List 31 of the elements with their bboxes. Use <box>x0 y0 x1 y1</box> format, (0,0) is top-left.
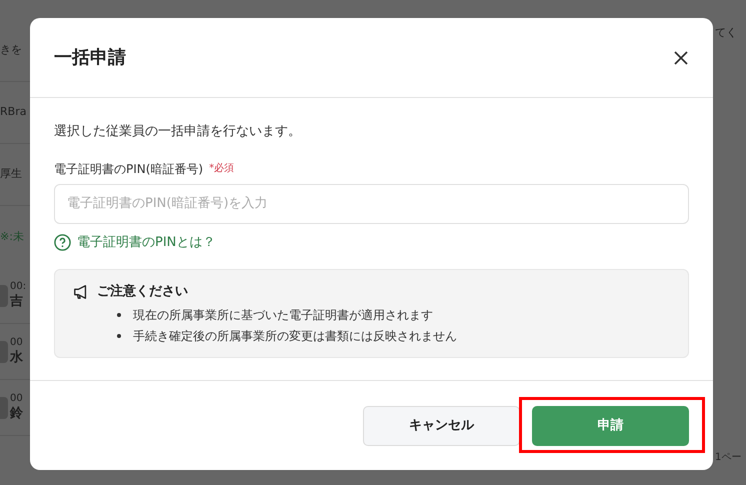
background-text: RBra <box>0 104 26 120</box>
employee-name: 吉 <box>10 294 24 310</box>
pin-label: 電子証明書のPIN(暗証番号) <box>54 160 204 178</box>
background-text: きを <box>0 42 22 58</box>
apply-button[interactable]: 申請 <box>532 406 689 446</box>
pin-input-field[interactable]: 電子証明書のPIN(暗証番号)を入力 <box>54 184 689 224</box>
bullet-icon <box>117 312 121 316</box>
avatar-placeholder <box>0 340 8 362</box>
employee-name: 水 <box>10 350 23 366</box>
background-text: 厚生 <box>0 166 22 182</box>
notice-item: 手続き確定後の所属事業所の変更は書類には反映されません <box>133 328 457 344</box>
megaphone-icon <box>73 284 89 300</box>
dialog-description: 選択した従業員の一括申請を行ないます。 <box>54 123 302 141</box>
dialog-title: 一括申請 <box>54 46 126 70</box>
avatar-placeholder <box>0 396 8 418</box>
required-mark: *必須 <box>209 162 234 176</box>
help-icon <box>54 234 71 251</box>
background-note: ※:未 <box>0 228 24 245</box>
notice-title: ご注意ください <box>97 282 188 301</box>
close-icon[interactable] <box>673 50 689 66</box>
pin-help-link[interactable]: 電子証明書のPINとは？ <box>54 232 216 252</box>
avatar-placeholder <box>0 284 8 306</box>
employee-code: 00: <box>10 281 26 294</box>
bullet-icon <box>117 334 121 338</box>
background-text: てく <box>715 25 738 41</box>
employee-code: 00 <box>10 393 23 406</box>
notice-item: 現在の所属事業所に基づいた電子証明書が適用されます <box>133 306 433 324</box>
cancel-button[interactable]: キャンセル <box>363 406 520 446</box>
page-indicator: 1ペー <box>715 451 742 465</box>
employee-name: 鈴 <box>10 406 23 422</box>
employee-code: 00 <box>10 337 23 350</box>
